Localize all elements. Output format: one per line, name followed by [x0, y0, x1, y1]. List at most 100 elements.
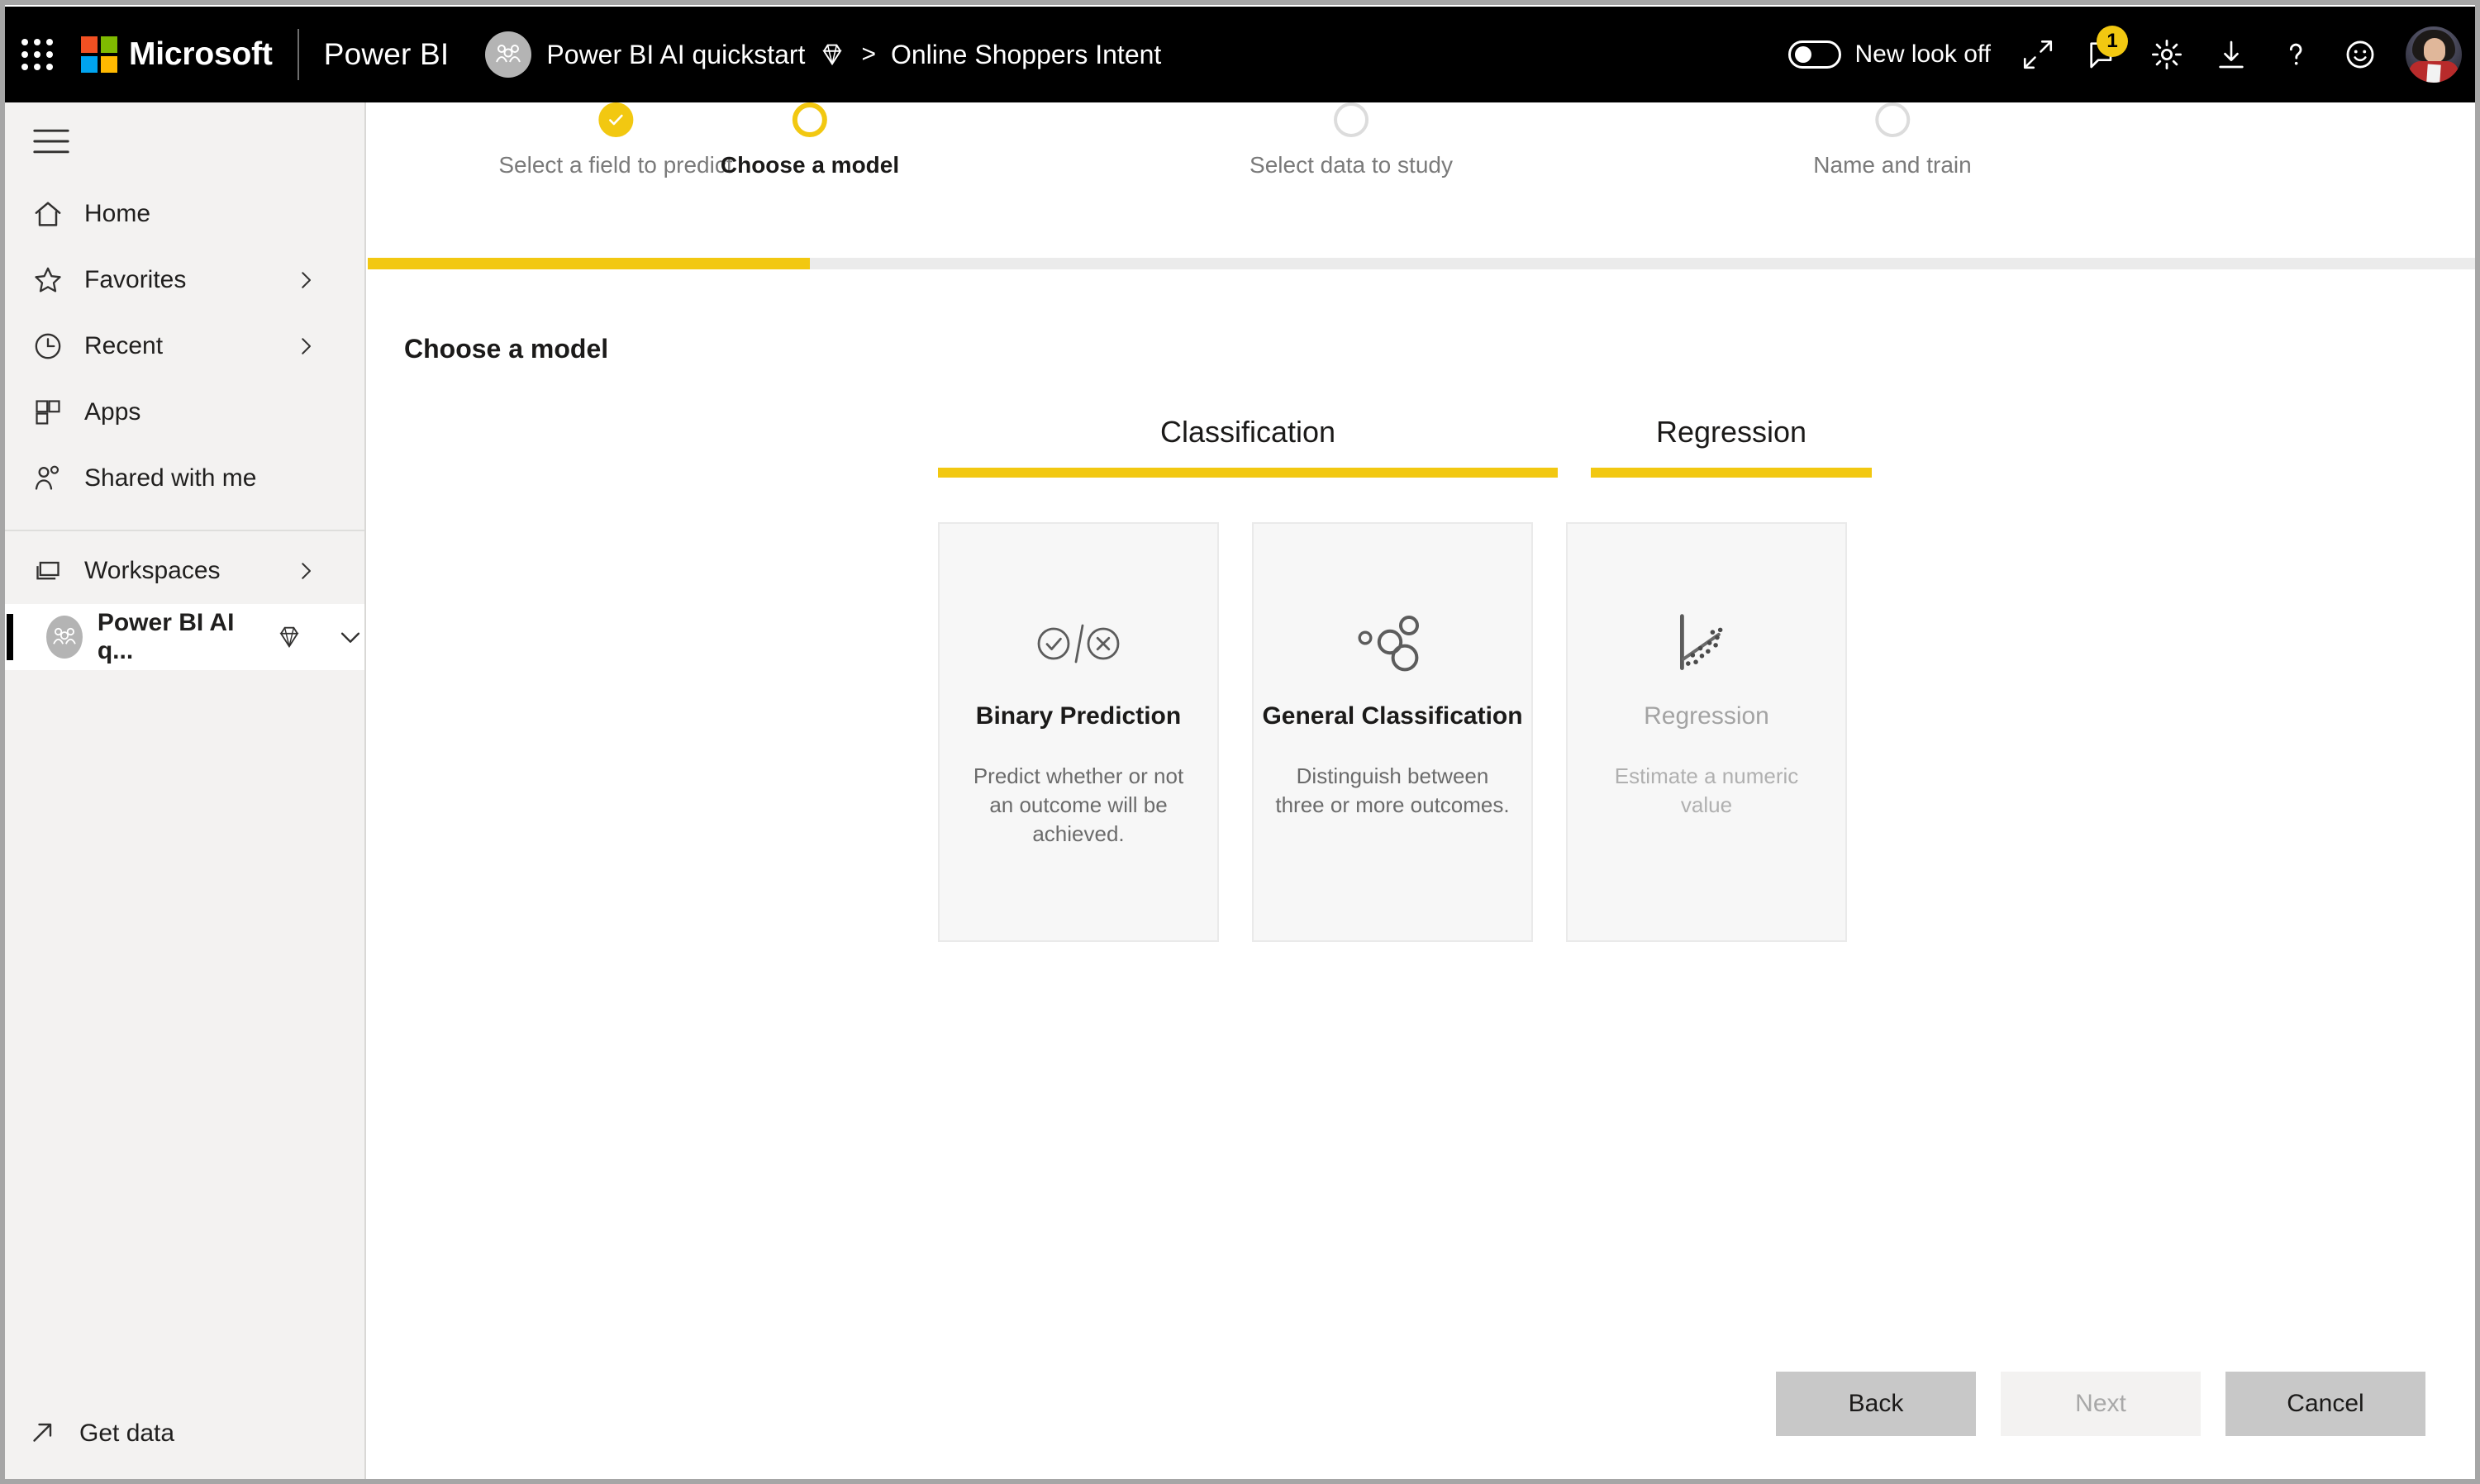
chevron-right-icon[interactable]	[293, 559, 318, 583]
power-bi-window: Microsoft Power BI Power BI AI quickstar…	[0, 0, 2480, 1484]
microsoft-wordmark: Microsoft	[129, 36, 273, 72]
download-icon[interactable]	[2199, 22, 2263, 87]
active-workspace-label: Power BI AI q...	[97, 609, 235, 664]
model-card-description: Estimate a numeric value	[1614, 763, 1799, 818]
breadcrumb-workspace[interactable]: Power BI AI quickstart	[546, 40, 805, 70]
tab-classification[interactable]: Classification	[938, 415, 1558, 478]
sidebar-item-label: Workspaces	[84, 557, 221, 584]
model-card-list: Binary Prediction Predict whether or not…	[938, 522, 1847, 942]
step-label: Select a field to predict	[498, 152, 733, 178]
sidebar-item-workspaces[interactable]: Workspaces	[0, 538, 364, 604]
model-category-tabs: Classification Regression	[938, 415, 1872, 478]
scatter-trendline-icon	[1676, 614, 1737, 673]
breadcrumb: Power BI AI quickstart > Online Shoppers…	[485, 31, 1161, 78]
step-dot-pending-icon	[1334, 102, 1369, 137]
get-data-button[interactable]: Get data	[0, 1400, 364, 1467]
workspace-avatar-icon	[485, 31, 532, 78]
top-navigation-bar: Microsoft Power BI Power BI AI quickstar…	[0, 7, 2480, 102]
step-label: Name and train	[1813, 152, 1972, 178]
tab-active-underline	[938, 468, 1558, 478]
notification-badge: 1	[2097, 26, 2128, 57]
tab-label: Regression	[1655, 415, 1807, 449]
cluster-bubbles-icon	[1357, 615, 1428, 673]
sidebar-item-label: Favorites	[84, 266, 187, 293]
model-card-title: Regression	[1644, 702, 1769, 730]
get-data-label: Get data	[79, 1420, 175, 1447]
expand-icon[interactable]	[2006, 22, 2070, 87]
header-divider	[297, 29, 299, 80]
stepper-step-1[interactable]: Select a field to predict	[498, 102, 733, 178]
avatar-face	[2424, 38, 2445, 63]
stepper-step-2[interactable]: Choose a model	[721, 102, 899, 178]
microsoft-logo[interactable]: Microsoft	[81, 36, 273, 73]
wizard-footer-buttons: Back Next Cancel	[1776, 1372, 2425, 1436]
user-avatar[interactable]	[2406, 26, 2462, 83]
sidebar-item-label: Recent	[84, 332, 164, 359]
step-label: Choose a model	[720, 152, 900, 178]
microsoft-squares-icon	[81, 36, 117, 73]
model-card-title: General Classification	[1262, 702, 1523, 730]
model-card-binary-prediction[interactable]: Binary Prediction Predict whether or not…	[938, 522, 1219, 942]
sidebar-item-apps[interactable]: Apps	[0, 379, 364, 445]
breadcrumb-item[interactable]: Online Shoppers Intent	[891, 40, 1161, 70]
active-indicator-bar	[7, 614, 13, 660]
model-card-description: Predict whether or not an outcome will b…	[973, 763, 1184, 847]
stepper-progress-fill	[368, 258, 810, 269]
model-card-description: Distinguish between three or more outcom…	[1275, 763, 1510, 818]
home-icon	[25, 197, 71, 231]
sidebar-active-workspace[interactable]: Power BI AI q...	[0, 604, 364, 670]
workspace-avatar-icon	[46, 616, 83, 659]
tab-label: Classification	[1159, 415, 1336, 449]
premium-diamond-icon	[275, 623, 303, 651]
tab-regression[interactable]: Regression	[1591, 415, 1872, 478]
left-sidebar: Home Favorites Recent Apps Shared with m…	[0, 102, 366, 1479]
topbar-actions: New look off 1	[1788, 22, 2462, 87]
settings-gear-icon[interactable]	[2135, 22, 2199, 87]
sidebar-item-shared-with-me[interactable]: Shared with me	[0, 445, 364, 511]
sidebar-item-label: Home	[84, 200, 151, 227]
cancel-button[interactable]: Cancel	[2225, 1372, 2425, 1436]
step-label: Select data to study	[1250, 152, 1453, 178]
apps-grid-icon	[25, 397, 71, 428]
new-look-toggle[interactable]: New look off	[1788, 40, 1991, 69]
chevron-right-icon[interactable]	[293, 334, 318, 359]
toggle-knob	[1795, 46, 1812, 63]
clock-icon	[25, 330, 71, 363]
step-dot-current-icon	[792, 102, 827, 137]
sidebar-item-home[interactable]: Home	[0, 181, 364, 247]
product-title[interactable]: Power BI	[324, 37, 450, 72]
page-title: Choose a model	[404, 334, 609, 364]
sidebar-item-recent[interactable]: Recent	[0, 313, 364, 379]
chevron-down-icon[interactable]	[336, 623, 364, 651]
chevron-right-icon[interactable]	[293, 268, 318, 293]
next-button: Next	[2001, 1372, 2201, 1436]
step-dot-pending-icon	[1875, 102, 1910, 137]
wizard-stepper: Select a field to predict Choose a model…	[368, 102, 2475, 269]
breadcrumb-separator: >	[861, 40, 876, 68]
model-card-title: Binary Prediction	[975, 702, 1182, 730]
feedback-smiley-icon[interactable]	[2328, 22, 2392, 87]
notification-icon[interactable]: 1	[2070, 22, 2135, 87]
app-launcher-icon[interactable]	[12, 29, 63, 80]
premium-diamond-icon	[818, 40, 846, 69]
tab-active-underline	[1591, 468, 1872, 478]
people-icon	[25, 462, 71, 495]
back-button[interactable]: Back	[1776, 1372, 1976, 1436]
main-content: Select a field to predict Choose a model…	[368, 102, 2475, 1479]
model-card-general-classification[interactable]: General Classification Distinguish betwe…	[1252, 522, 1533, 942]
model-card-regression: Regression Estimate a numeric value	[1566, 522, 1847, 942]
stepper-step-4[interactable]: Name and train	[1813, 102, 1972, 178]
stepper-step-3[interactable]: Select data to study	[1250, 102, 1453, 178]
check-slash-x-icon	[1035, 615, 1121, 673]
step-dot-complete-icon	[598, 102, 633, 137]
workspaces-icon	[25, 554, 71, 587]
star-icon	[25, 264, 71, 297]
help-icon[interactable]	[2263, 22, 2328, 87]
sidebar-item-label: Shared with me	[84, 464, 257, 492]
new-look-switch[interactable]	[1788, 40, 1842, 69]
sidebar-item-label: Apps	[84, 398, 141, 426]
hamburger-menu-icon[interactable]	[0, 102, 364, 181]
sidebar-item-favorites[interactable]: Favorites	[0, 247, 364, 313]
new-look-label: New look off	[1854, 40, 1991, 68]
avatar-collar	[2426, 64, 2441, 83]
